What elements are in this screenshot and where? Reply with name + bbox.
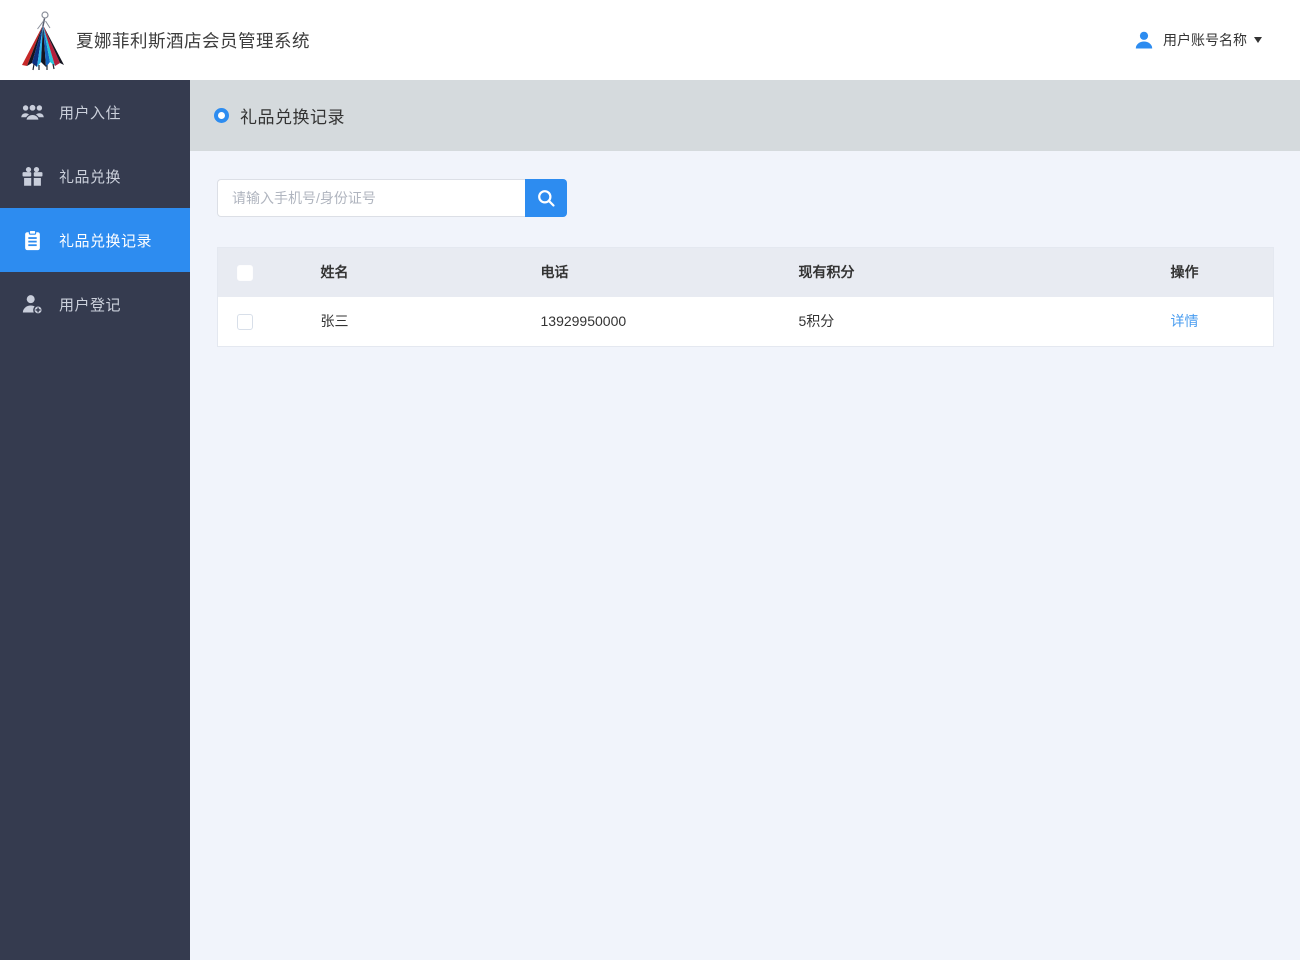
column-header-action: 操作 <box>1170 264 1199 281</box>
ring-icon <box>214 108 229 123</box>
app-title: 夏娜菲利斯酒店会员管理系统 <box>76 30 310 51</box>
sidebar-item-label: 礼品兑换 <box>59 168 122 186</box>
clipboard-icon <box>20 228 44 252</box>
records-table: 姓名 电话 现有积分 操作 张三 13929950000 5积分 详情 <box>217 247 1274 347</box>
search-button[interactable] <box>525 179 567 217</box>
table-row: 张三 13929950000 5积分 详情 <box>217 296 1274 347</box>
column-header-phone: 电话 <box>540 264 569 281</box>
detail-link[interactable]: 详情 <box>1171 313 1199 329</box>
sidebar: 用户入住 礼品兑换 礼品兑换记录 用户登记 <box>0 80 190 960</box>
app-header: 夏娜菲利斯酒店会员管理系统 用户账号名称 <box>0 0 1300 80</box>
search-icon <box>538 190 555 207</box>
page-title: 礼品兑换记录 <box>240 108 345 127</box>
table-header-row: 姓名 电话 现有积分 操作 <box>217 247 1274 297</box>
cell-points: 5积分 <box>798 313 835 330</box>
user-icon <box>1135 31 1153 49</box>
gift-icon <box>20 164 44 188</box>
sidebar-item-user-registration[interactable]: 用户登记 <box>0 272 190 336</box>
page-title-bar: 礼品兑换记录 <box>190 80 1300 151</box>
sidebar-item-label: 用户入住 <box>59 104 122 122</box>
user-account-name: 用户账号名称 <box>1163 32 1247 48</box>
cell-phone: 13929950000 <box>540 313 627 330</box>
sidebar-item-label: 用户登记 <box>59 296 122 314</box>
column-header-name: 姓名 <box>320 264 349 281</box>
cell-name: 张三 <box>320 313 349 330</box>
user-add-icon <box>20 292 44 316</box>
search-row <box>217 179 1300 217</box>
sidebar-item-user-checkin[interactable]: 用户入住 <box>0 80 190 144</box>
column-header-points: 现有积分 <box>798 264 855 281</box>
row-checkbox[interactable] <box>237 313 253 330</box>
sidebar-item-gift-exchange-records[interactable]: 礼品兑换记录 <box>0 208 190 272</box>
search-input[interactable] <box>217 179 525 217</box>
user-account-dropdown[interactable]: 用户账号名称 <box>1134 30 1262 50</box>
users-icon <box>20 100 44 124</box>
caret-down-icon <box>1254 37 1262 43</box>
select-all-checkbox[interactable] <box>237 264 253 281</box>
fashion-figure-logo <box>18 7 68 73</box>
sidebar-item-gift-exchange[interactable]: 礼品兑换 <box>0 144 190 208</box>
main-content: 礼品兑换记录 姓名 电话 <box>190 80 1300 960</box>
sidebar-item-label: 礼品兑换记录 <box>59 232 153 250</box>
